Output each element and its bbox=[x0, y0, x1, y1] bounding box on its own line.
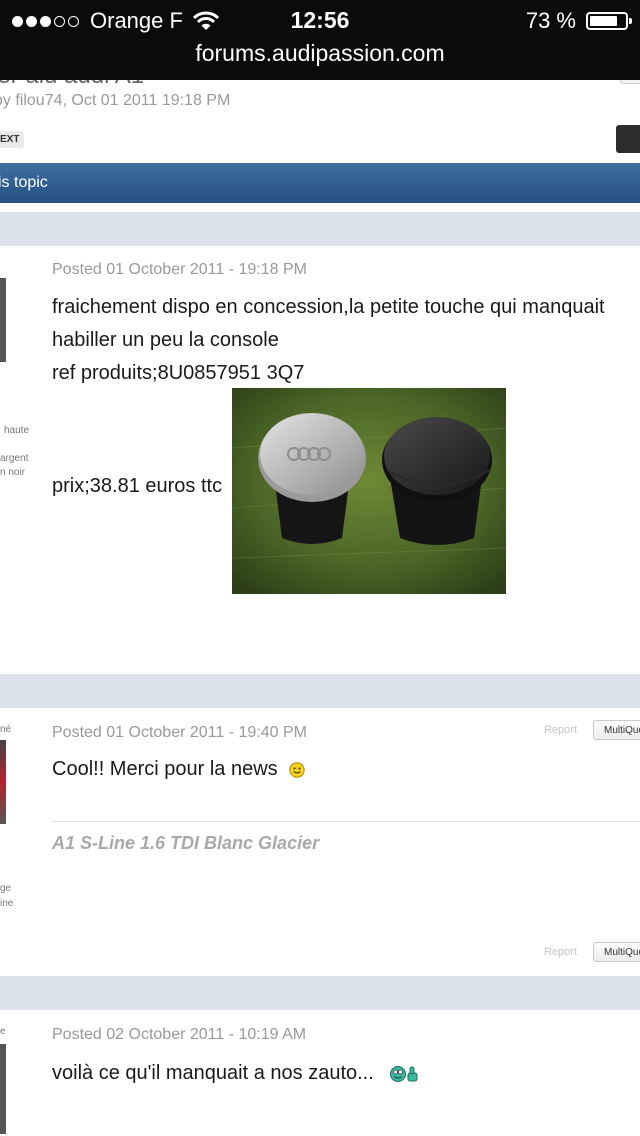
post-date: Posted 01 October 2011 - 19:18 PM bbox=[52, 261, 307, 278]
reply-button[interactable] bbox=[616, 125, 640, 153]
address-bar[interactable]: forums.audipassion.com bbox=[0, 40, 640, 67]
thumbs-up-smiley-icon bbox=[390, 1065, 418, 1082]
product-photo[interactable] bbox=[232, 388, 506, 594]
post-date: Posted 02 October 2011 - 10:19 AM bbox=[52, 1026, 307, 1043]
post-separator bbox=[0, 674, 640, 708]
topic-title: ier alu audi A1 bbox=[0, 80, 144, 90]
post-text-line: ref produits;8U0857951 3Q7 bbox=[52, 362, 305, 384]
topic-action-button[interactable] bbox=[620, 80, 640, 84]
smiley-icon bbox=[289, 762, 305, 778]
author-note: n noir bbox=[0, 467, 26, 478]
author-note: argent bbox=[0, 453, 29, 464]
post-date: Posted 01 October 2011 - 19:40 PM bbox=[52, 724, 307, 741]
multiquote-button[interactable]: MultiQuote bbox=[593, 942, 640, 962]
author-note: e bbox=[0, 1026, 6, 1037]
post-separator bbox=[0, 976, 640, 1010]
author-avatar[interactable] bbox=[0, 740, 6, 824]
author-note: ine bbox=[0, 898, 14, 909]
report-link[interactable]: Report bbox=[544, 946, 577, 958]
forum-page: ier alu audi A1 by filou74, Oct 01 2011 … bbox=[0, 80, 640, 1136]
battery-area: 73 % bbox=[525, 8, 632, 34]
multiquote-button[interactable]: MultiQuote bbox=[593, 720, 640, 740]
author-note: haute bbox=[4, 425, 30, 436]
author-note: ge bbox=[0, 883, 12, 894]
topic-bar-label: is topic bbox=[0, 174, 48, 191]
post-separator bbox=[0, 212, 640, 246]
author-avatar[interactable] bbox=[0, 278, 6, 362]
status-bar: Orange F 12:56 73 % forums.audipassion.c… bbox=[0, 0, 640, 80]
topic-byline: by filou74, Oct 01 2011 19:18 PM bbox=[0, 92, 231, 109]
topic-bar[interactable]: is topic bbox=[0, 163, 640, 203]
post-price: prix;38.81 euros ttc bbox=[52, 475, 223, 497]
report-link[interactable]: Report bbox=[544, 724, 577, 736]
signature: A1 S-Line 1.6 TDI Blanc Glacier bbox=[52, 833, 320, 853]
ashtray-photo bbox=[232, 388, 506, 594]
battery-icon bbox=[586, 12, 632, 30]
topic-tag[interactable]: EXT bbox=[0, 131, 25, 148]
author-note: né bbox=[0, 724, 12, 735]
post-text-line: habiller un peu la console bbox=[52, 329, 279, 351]
post-text-line: Cool!! Merci pour la news bbox=[52, 753, 305, 786]
post-text: Cool!! Merci pour la news bbox=[52, 758, 278, 780]
author-avatar[interactable] bbox=[0, 1044, 6, 1134]
post-text: voilà ce qu'il manquait a nos zauto... bbox=[52, 1062, 374, 1084]
battery-percent: 73 % bbox=[525, 8, 576, 33]
post-text-line: fraichement dispo en concession,la petit… bbox=[52, 296, 605, 318]
signature-divider bbox=[52, 821, 640, 822]
post-text-line: voilà ce qu'il manquait a nos zauto... bbox=[52, 1057, 421, 1090]
